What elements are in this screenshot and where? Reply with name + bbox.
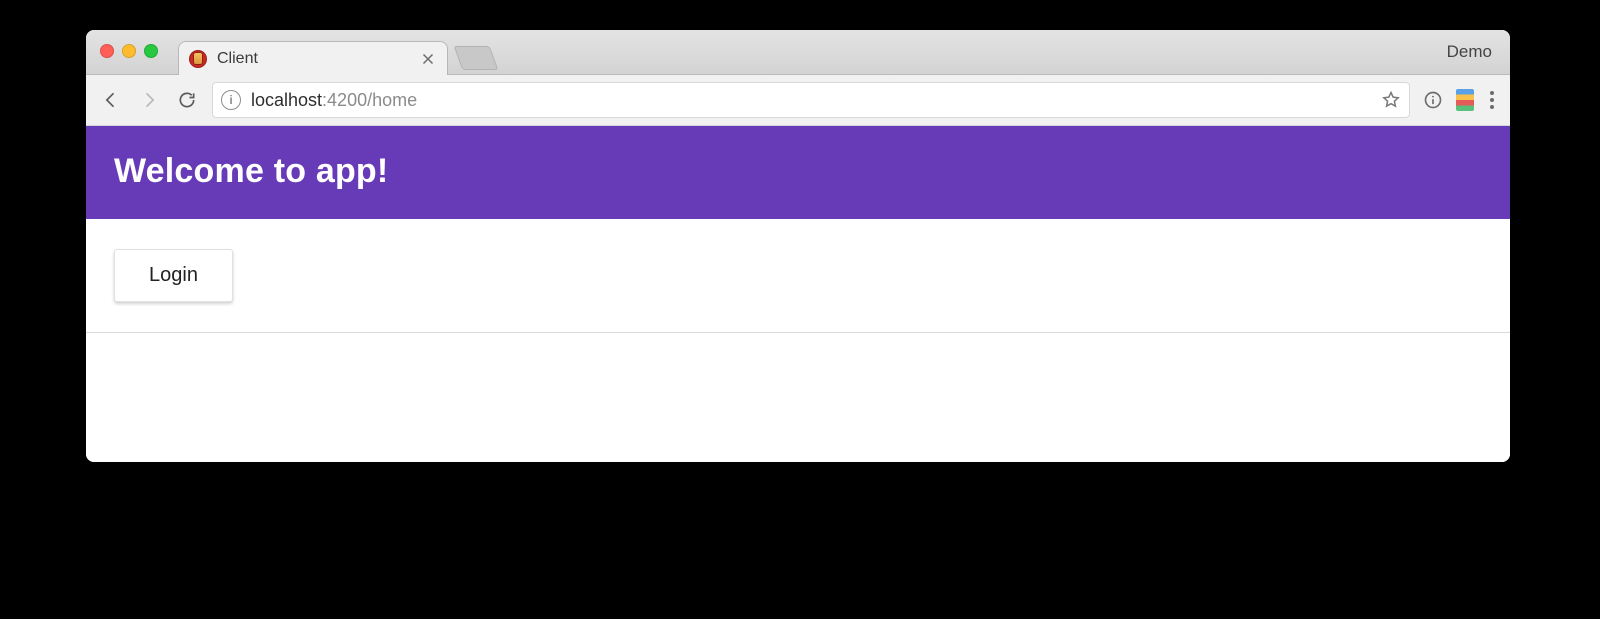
tab-title: Client [217, 50, 409, 68]
extension-icon[interactable] [1456, 89, 1474, 111]
url-path: :4200/home [322, 90, 417, 110]
window-controls [100, 44, 158, 58]
reload-button[interactable] [174, 87, 200, 113]
browser-menu-button[interactable] [1486, 91, 1498, 109]
page-info-icon[interactable] [1422, 89, 1444, 111]
browser-window: Client Demo i localhost:4200/home [86, 30, 1510, 462]
page-viewport: Welcome to app! Login [86, 126, 1510, 462]
app-header: Welcome to app! [86, 126, 1510, 219]
profile-label[interactable]: Demo [1447, 42, 1492, 62]
url-text: localhost:4200/home [251, 90, 1371, 111]
url-host: localhost [251, 90, 322, 110]
login-button[interactable]: Login [114, 249, 233, 302]
maximize-window-button[interactable] [144, 44, 158, 58]
close-window-button[interactable] [100, 44, 114, 58]
bookmark-star-icon[interactable] [1381, 90, 1401, 110]
close-tab-icon[interactable] [419, 50, 437, 68]
minimize-window-button[interactable] [122, 44, 136, 58]
app-body: Login [86, 219, 1510, 333]
tab-favicon [189, 50, 207, 68]
forward-button[interactable] [136, 87, 162, 113]
page-title: Welcome to app! [114, 152, 1482, 191]
browser-toolbar: i localhost:4200/home [86, 75, 1510, 126]
tab-strip: Client Demo [86, 30, 1510, 75]
browser-tab[interactable]: Client [178, 41, 448, 75]
site-info-icon[interactable]: i [221, 90, 241, 110]
new-tab-button[interactable] [454, 46, 499, 70]
back-button[interactable] [98, 87, 124, 113]
address-bar[interactable]: i localhost:4200/home [212, 82, 1410, 118]
